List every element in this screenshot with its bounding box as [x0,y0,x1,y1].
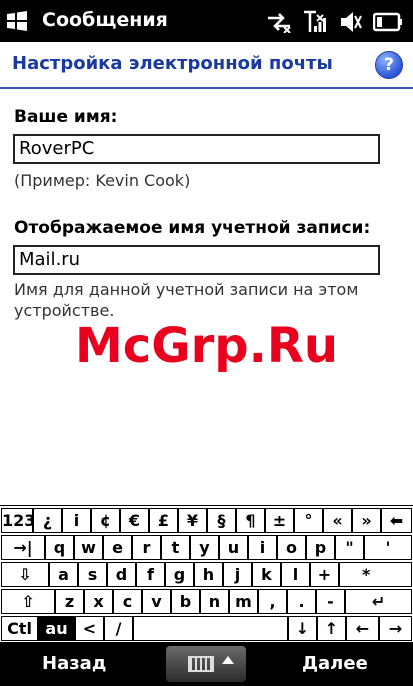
key[interactable]: l [281,562,310,587]
account-name-label: Отображаемое имя учетной записи: [14,218,371,238]
arrow-right-key[interactable]: → [379,616,412,641]
key[interactable]: m [229,589,258,614]
app-title: Сообщения [42,9,168,31]
back-softkey[interactable]: Назад [42,653,106,674]
help-icon[interactable]: ? [375,51,403,79]
key[interactable]: - [316,589,345,614]
key[interactable]: ¶ [236,508,265,533]
key[interactable]: < [75,616,104,641]
caps-lock-key[interactable]: ⇩ [1,562,49,587]
softkey-bar: Назад Далее [0,642,413,686]
page-header: Настройка электронной почты ? [0,42,413,89]
key[interactable]: a [49,562,78,587]
key[interactable]: o [277,535,306,560]
key[interactable]: » [352,508,381,533]
key-123[interactable]: 123 [1,508,33,533]
key[interactable]: € [120,508,149,533]
backspace-key[interactable]: ⬅ [381,508,412,533]
key[interactable]: k [252,562,281,587]
account-name-input[interactable]: Mail.ru [13,245,380,275]
key[interactable]: d [107,562,136,587]
key[interactable]: " [335,535,364,560]
signal-icon[interactable] [303,10,329,34]
arrow-left-key[interactable]: ← [346,616,379,641]
keyboard-row-4: ⇧ z x c v b n m , . - ↵ [0,589,413,616]
key[interactable]: ' [364,535,412,560]
keyboard-row-2: →| q w e r t y u i o p " ' [0,535,413,562]
chevron-up-icon [222,656,234,664]
key[interactable]: ± [265,508,294,533]
keyboard-icon[interactable] [166,646,246,682]
key[interactable]: q [45,535,74,560]
key[interactable]: y [190,535,219,560]
arrow-down-key[interactable]: ↓ [288,616,317,641]
volume-icon[interactable] [339,10,363,34]
key[interactable]: u [219,535,248,560]
page-title: Настройка электронной почты [12,53,333,74]
enter-key[interactable]: ↵ [345,589,412,614]
key[interactable]: + [310,562,339,587]
key[interactable]: ¢ [91,508,120,533]
key[interactable]: v [142,589,171,614]
name-input[interactable]: RoverPC [13,134,380,164]
keyboard-row-3: ⇩ a s d f g h j k l + * [0,562,413,589]
keyboard-row-1: 123 ¿ i ¢ € £ ¥ § ¶ ± ° « » ⬅ [0,508,413,535]
account-name-hint: Имя для данной учетной записи на этом ус… [14,280,359,320]
space-key[interactable] [133,616,288,641]
key[interactable]: * [339,562,412,587]
key[interactable]: t [161,535,190,560]
key[interactable]: ¥ [178,508,207,533]
shift-key[interactable]: ⇧ [1,589,55,614]
next-softkey[interactable]: Далее [302,653,368,674]
key[interactable]: i [62,508,91,533]
key[interactable]: f [136,562,165,587]
key[interactable]: c [113,589,142,614]
key[interactable]: r [132,535,161,560]
name-hint: (Пример: Kevin Cook) [14,171,191,190]
key[interactable]: w [74,535,103,560]
key[interactable]: z [55,589,84,614]
key[interactable]: s [78,562,107,587]
key[interactable]: n [200,589,229,614]
key[interactable]: ¿ [33,508,62,533]
key[interactable]: x [84,589,113,614]
key[interactable]: g [165,562,194,587]
key[interactable]: h [194,562,223,587]
keyboard-row-5: Ctl au < / ↓ ↑ ← → [0,616,413,643]
watermark: McGrp.Ru [74,318,338,374]
arrow-up-key[interactable]: ↑ [317,616,346,641]
status-bar: Сообщения [0,0,413,42]
keyboard-glyph [188,656,214,672]
sync-icon[interactable] [265,11,293,33]
name-label: Ваше имя: [14,107,118,127]
key[interactable]: § [207,508,236,533]
key[interactable]: £ [149,508,178,533]
key[interactable]: « [323,508,352,533]
battery-icon[interactable] [373,11,403,33]
accent-key[interactable]: au [38,616,75,641]
key[interactable]: , [258,589,287,614]
windows-logo-icon[interactable] [6,11,28,31]
key[interactable]: . [287,589,316,614]
key[interactable]: j [223,562,252,587]
on-screen-keyboard: 123 ¿ i ¢ € £ ¥ § ¶ ± ° « » ⬅ →| q w e r… [0,505,413,643]
key[interactable]: e [103,535,132,560]
tab-key[interactable]: →| [1,535,45,560]
key[interactable]: i [248,535,277,560]
key[interactable]: p [306,535,335,560]
ctrl-key[interactable]: Ctl [1,616,38,641]
key[interactable]: ° [294,508,323,533]
key[interactable]: / [104,616,133,641]
key[interactable]: b [171,589,200,614]
